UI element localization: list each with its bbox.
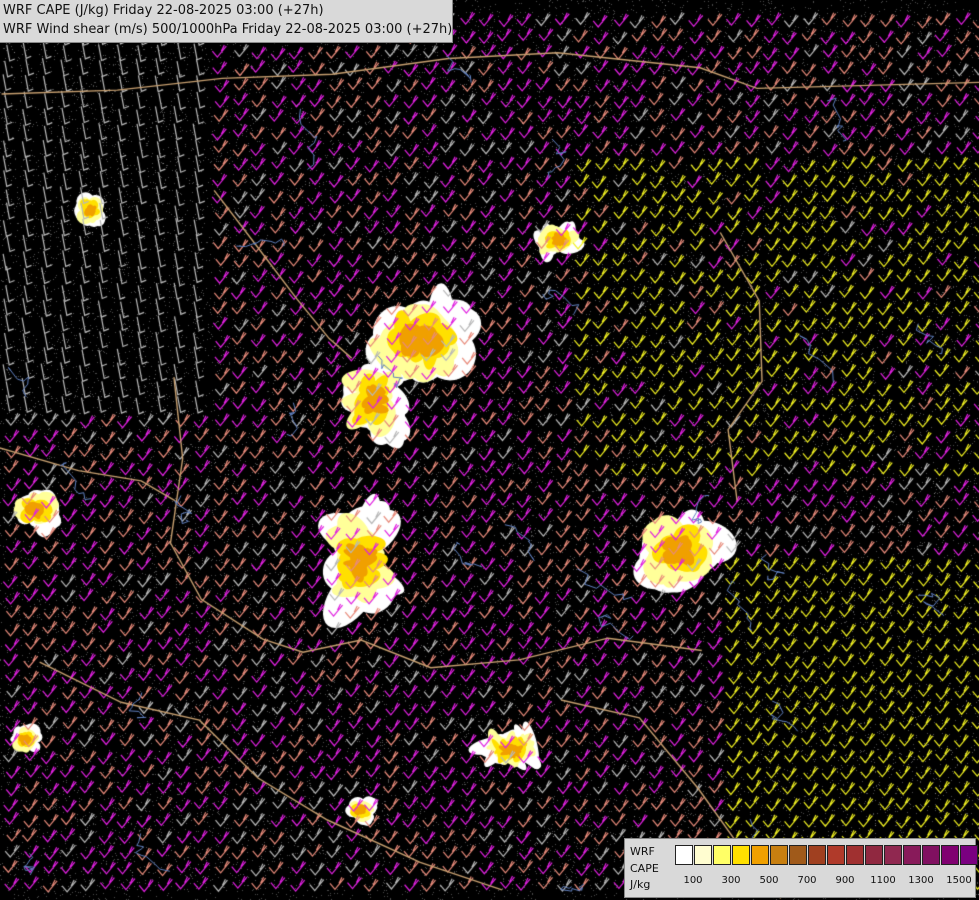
legend-swatch <box>751 845 769 865</box>
legend-swatch <box>713 845 731 865</box>
cape-legend: WRF CAPE J/kg 100 300 500 700 900 1100 1300 150… <box>624 838 979 898</box>
legend-tick: 100 <box>683 875 703 886</box>
legend-swatch <box>884 845 902 865</box>
wind-shear-title: WRF Wind shear (m/s) 500/1000hPa Friday … <box>3 22 453 37</box>
legend-tick: 1500 <box>946 875 972 886</box>
legend-tick: 1100 <box>870 875 896 886</box>
legend-field: CAPE <box>630 862 659 875</box>
legend-swatch <box>960 845 978 865</box>
legend-tick-labels: 100 300 500 700 900 1100 1300 1500 <box>675 875 975 889</box>
legend-swatch <box>770 845 788 865</box>
legend-model: WRF <box>630 845 655 858</box>
cape-wind-shear-map <box>0 0 979 900</box>
legend-tick: 900 <box>835 875 855 886</box>
legend-swatch <box>808 845 826 865</box>
legend-swatch <box>941 845 959 865</box>
legend-swatch <box>789 845 807 865</box>
legend-swatch <box>675 845 693 865</box>
legend-tick: 300 <box>721 875 741 886</box>
legend-swatch <box>865 845 883 865</box>
map-title-box: WRF CAPE (J/kg) Friday 22-08-2025 03:00 … <box>0 0 453 43</box>
legend-swatch <box>732 845 750 865</box>
legend-swatch <box>903 845 921 865</box>
legend-swatch <box>846 845 864 865</box>
legend-tick: 700 <box>797 875 817 886</box>
legend-tick: 500 <box>759 875 779 886</box>
legend-swatch <box>694 845 712 865</box>
legend-swatch <box>922 845 940 865</box>
legend-unit: J/kg <box>630 878 651 891</box>
legend-swatch <box>827 845 845 865</box>
legend-color-scale <box>675 845 979 865</box>
legend-tick: 1300 <box>908 875 934 886</box>
cape-title: WRF CAPE (J/kg) Friday 22-08-2025 03:00 … <box>3 3 324 18</box>
